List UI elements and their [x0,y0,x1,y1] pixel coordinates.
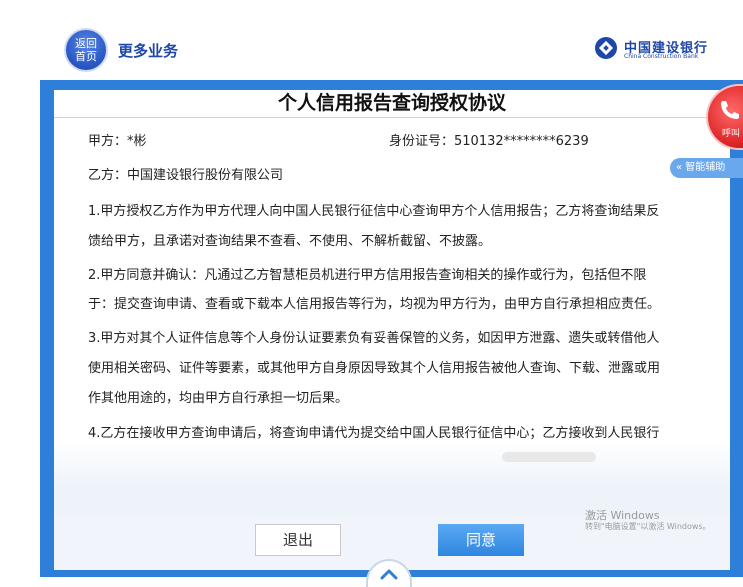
bank-name-en: China Construction Bank [624,53,699,60]
agreement-line: 作其他用途的，均由甲方自行承担一切后果。 [88,391,349,406]
agreement-line: 1.甲方授权乙方作为甲方代理人向中国人民银行征信中心查询甲方个人信用报告；乙方将… [88,204,660,219]
agree-button[interactable]: 同意 [438,524,524,556]
id-number: 身份证号：510132********6239 [389,134,589,149]
agreement-line: 2.甲方同意并确认：凡通过乙方智慧柜员机进行甲方信用报告查询相关的操作或行为，包… [88,268,647,283]
windows-activation-hint: 转到"电脑设置"以激活 Windows。 [585,522,711,531]
exit-button[interactable]: 退出 [255,524,341,556]
agreement-title: 个人信用报告查询授权协议 [277,92,506,114]
bank-logo: 中国建设银行 China Construction Bank [594,34,724,64]
agreement-line: 于：提交查询申请、查看或下载本人信用报告等行为，均视为甲方行为，由甲方自行承担相… [88,297,661,312]
smart-assist-tab[interactable]: « 智能辅助 [670,158,743,178]
chevron-up-icon [380,569,398,580]
party-b: 乙方：中国建设银行股份有限公司 [88,168,284,183]
party-a: 甲方：*彬 [88,134,147,149]
more-business-link[interactable]: 更多业务 [118,40,178,61]
call-label: 呼叫 [722,129,741,139]
agreement-line: 馈给甲方，且承诺对查询结果不查看、不使用、不解析截留、不披露。 [88,234,492,249]
agreement-line: 3.甲方对其个人证件信息等个人身份认证要素负有妥善保管的义务，如因甲方泄露、遗失… [88,331,660,346]
title-divider [54,117,730,118]
agreement-line: 4.乙方在接收甲方查询申请后，将查询申请代为提交给中国人民银行征信中心；乙方接收… [88,426,660,441]
scroll-indicator[interactable] [502,452,596,462]
phone-icon [721,101,739,119]
home-button[interactable]: 返回 首页 [64,28,108,72]
ccb-logo-icon [595,37,617,59]
home-button-label-line1: 返回 [75,37,97,50]
top-header: 返回 首页 更多业务 中国建设银行 China Construction Ban… [0,0,743,80]
home-button-label-line2: 首页 [75,50,97,63]
agreement-line: 使用相关密码、证件等要素，或其他甲方自身原因导致其个人信用报告被他人查询、下载、… [88,361,661,376]
